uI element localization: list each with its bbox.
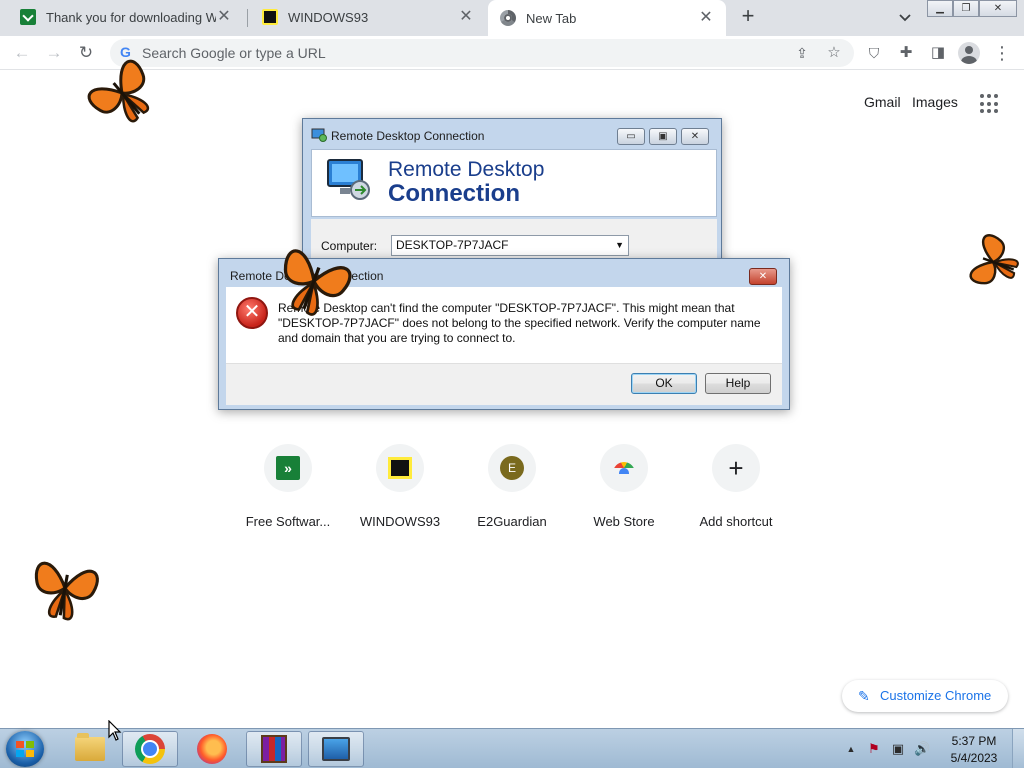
tab-title: Thank you for downloading WinR bbox=[46, 9, 216, 25]
volume-icon[interactable]: 🔊 bbox=[914, 741, 930, 757]
butterfly-icon bbox=[969, 234, 1019, 285]
rdc-close-button[interactable]: ✕ bbox=[681, 128, 709, 145]
customize-chrome-button[interactable]: ✎ Customize Chrome bbox=[842, 680, 1008, 712]
computer-combobox[interactable]: DESKTOP-7P7JACF ▼ bbox=[391, 235, 629, 256]
mouse-cursor-icon bbox=[108, 720, 122, 741]
computer-value: DESKTOP-7P7JACF bbox=[396, 238, 509, 252]
close-icon[interactable]: ✕ bbox=[216, 9, 232, 25]
rdc-app-icon bbox=[311, 128, 327, 142]
butterfly-icon bbox=[34, 561, 99, 621]
free-software-icon: » bbox=[276, 456, 300, 480]
rdc-maximize-button[interactable]: ▣ bbox=[649, 128, 677, 145]
shortcut-e2guardian[interactable]: E E2Guardian bbox=[456, 444, 568, 529]
rdc-banner-line1: Remote Desktop bbox=[388, 158, 545, 181]
omnibox-placeholder: Search Google or type a URL bbox=[142, 45, 326, 61]
shortcut-label: E2Guardian bbox=[477, 514, 547, 529]
taskbar-firefox[interactable] bbox=[184, 731, 240, 767]
clock-time[interactable]: 5:37 PM bbox=[950, 734, 998, 748]
close-window-button[interactable]: ✕ bbox=[979, 0, 1017, 17]
plus-icon: + bbox=[728, 453, 744, 483]
shield-extension-icon[interactable]: ⛉ bbox=[862, 41, 886, 65]
shortcut-label: WINDOWS93 bbox=[359, 514, 441, 529]
windows93-icon bbox=[388, 457, 412, 479]
winrar-icon bbox=[261, 735, 287, 763]
restore-button[interactable]: ❐ bbox=[953, 0, 979, 17]
google-apps-icon[interactable] bbox=[980, 94, 1000, 114]
shortcut-tile: E bbox=[488, 444, 536, 492]
e2guardian-icon: E bbox=[500, 456, 524, 480]
close-icon[interactable]: ✕ bbox=[458, 9, 474, 25]
shortcut-free-software[interactable]: » Free Softwar... bbox=[232, 444, 344, 529]
help-button[interactable]: Help bbox=[705, 373, 771, 394]
menu-kebab-icon[interactable]: ⋮ bbox=[990, 41, 1014, 65]
dropdown-arrow-icon[interactable]: ▼ bbox=[615, 236, 624, 255]
butterfly-icon bbox=[87, 59, 150, 123]
rdc-window-title: Remote Desktop Connection bbox=[331, 129, 485, 143]
show-desktop-button[interactable] bbox=[1012, 729, 1024, 768]
shortcut-label: Free Softwar... bbox=[245, 514, 331, 529]
error-footer: OK Help bbox=[226, 363, 782, 405]
tab-new-tab[interactable]: New Tab ✕ bbox=[488, 0, 726, 36]
windows-taskbar: ▲ ⚑ ▣ 🔊 5:37 PM 5/4/2023 bbox=[0, 728, 1024, 768]
chrome-icon bbox=[135, 734, 165, 764]
taskbar-winrar[interactable] bbox=[246, 731, 302, 767]
free-software-icon bbox=[20, 9, 36, 25]
minimize-button[interactable]: ▁ bbox=[927, 0, 953, 17]
rdc-banner: Remote Desktop Connection bbox=[311, 149, 717, 217]
shortcut-add[interactable]: + Add shortcut bbox=[680, 444, 792, 529]
remote-desktop-icon bbox=[322, 737, 350, 761]
error-close-button[interactable]: ✕ bbox=[749, 268, 777, 285]
shortcut-tile bbox=[600, 444, 648, 492]
rdc-minimize-button[interactable]: ▭ bbox=[617, 128, 645, 145]
shortcut-tile bbox=[376, 444, 424, 492]
gmail-link[interactable]: Gmail bbox=[864, 94, 901, 110]
close-icon[interactable]: ✕ bbox=[698, 10, 714, 26]
rdc-window: Remote Desktop Connection ▭ ▣ ✕ Remote D… bbox=[302, 118, 722, 269]
clock-date[interactable]: 5/4/2023 bbox=[942, 751, 1006, 765]
omnibox[interactable]: G Search Google or type a URL ⇪ ☆ bbox=[110, 39, 854, 67]
shortcut-tile: » bbox=[264, 444, 312, 492]
rdc-banner-line2: Connection bbox=[388, 180, 520, 207]
tab-search-button[interactable] bbox=[893, 6, 917, 30]
tab-free-software[interactable]: Thank you for downloading WinR ✕ bbox=[8, 0, 244, 34]
network-icon[interactable]: ▣ bbox=[890, 741, 906, 757]
new-tab-button[interactable]: + bbox=[736, 5, 760, 29]
remote-desktop-monitor-icon bbox=[327, 159, 370, 200]
chrome-icon bbox=[500, 10, 516, 26]
extensions-puzzle-icon[interactable]: ✚ bbox=[894, 41, 918, 65]
back-icon[interactable]: ← bbox=[10, 41, 34, 65]
customize-chrome-label: Customize Chrome bbox=[880, 688, 992, 703]
side-panel-icon[interactable]: ◨ bbox=[926, 41, 950, 65]
folder-icon bbox=[75, 733, 105, 761]
share-icon[interactable]: ⇪ bbox=[790, 41, 814, 65]
start-button[interactable] bbox=[6, 731, 44, 767]
tab-strip: Thank you for downloading WinR ✕ WINDOWS… bbox=[0, 0, 1024, 36]
bookmark-star-icon[interactable]: ☆ bbox=[822, 41, 846, 65]
shortcut-label: Add shortcut bbox=[699, 514, 773, 529]
windows-logo-icon bbox=[16, 741, 34, 757]
ok-button[interactable]: OK bbox=[631, 373, 697, 394]
tab-title: WINDOWS93 bbox=[288, 9, 369, 25]
chevron-down-icon bbox=[899, 14, 911, 22]
tab-windows93[interactable]: WINDOWS93 ✕ bbox=[250, 0, 486, 34]
butterfly-icon bbox=[283, 249, 352, 316]
profile-avatar-icon[interactable] bbox=[958, 42, 980, 64]
firefox-icon bbox=[197, 734, 227, 764]
forward-icon[interactable]: → bbox=[42, 41, 66, 65]
error-icon: ✕ bbox=[236, 297, 268, 329]
shortcut-label: Web Store bbox=[593, 514, 655, 529]
tab-title: New Tab bbox=[526, 10, 577, 26]
shortcut-windows93[interactable]: WINDOWS93 bbox=[344, 444, 456, 529]
taskbar-chrome[interactable] bbox=[122, 731, 178, 767]
taskbar-remote-desktop[interactable] bbox=[308, 731, 364, 767]
show-hidden-icons-icon[interactable]: ▲ bbox=[843, 741, 859, 757]
web-store-icon bbox=[613, 462, 635, 474]
tab-separator bbox=[247, 9, 248, 27]
shortcut-tile: + bbox=[712, 444, 760, 492]
action-center-icon[interactable]: ⚑ bbox=[866, 741, 882, 757]
windows93-icon bbox=[262, 9, 278, 25]
images-link[interactable]: Images bbox=[912, 94, 958, 110]
pencil-icon: ✎ bbox=[858, 688, 870, 704]
shortcut-web-store[interactable]: Web Store bbox=[568, 444, 680, 529]
